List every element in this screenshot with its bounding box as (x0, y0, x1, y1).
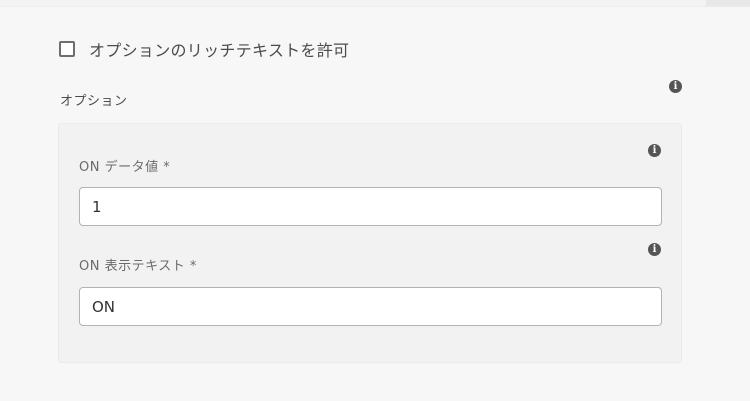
on-display-text-info-icon[interactable]: i (648, 243, 661, 256)
top-right-tab[interactable] (706, 0, 750, 6)
options-section-label: オプション (60, 94, 128, 109)
options-info-icon[interactable]: i (669, 80, 682, 93)
rich-text-label: オプションのリッチテキストを許可 (89, 41, 350, 60)
on-data-value-info-icon[interactable]: i (648, 144, 661, 157)
on-display-text-label: ON 表示テキスト * (79, 259, 197, 274)
form-page: オプションのリッチテキストを許可 オプション i ON データ値 * i ON … (0, 0, 750, 401)
checkbox-icon[interactable] (59, 41, 75, 57)
on-data-value-input[interactable] (79, 187, 662, 226)
rich-text-toggle[interactable]: オプションのリッチテキストを許可 (59, 38, 349, 60)
on-data-value-label: ON データ値 * (79, 160, 171, 175)
top-strip (0, 0, 750, 7)
on-display-text-input[interactable] (79, 287, 662, 326)
